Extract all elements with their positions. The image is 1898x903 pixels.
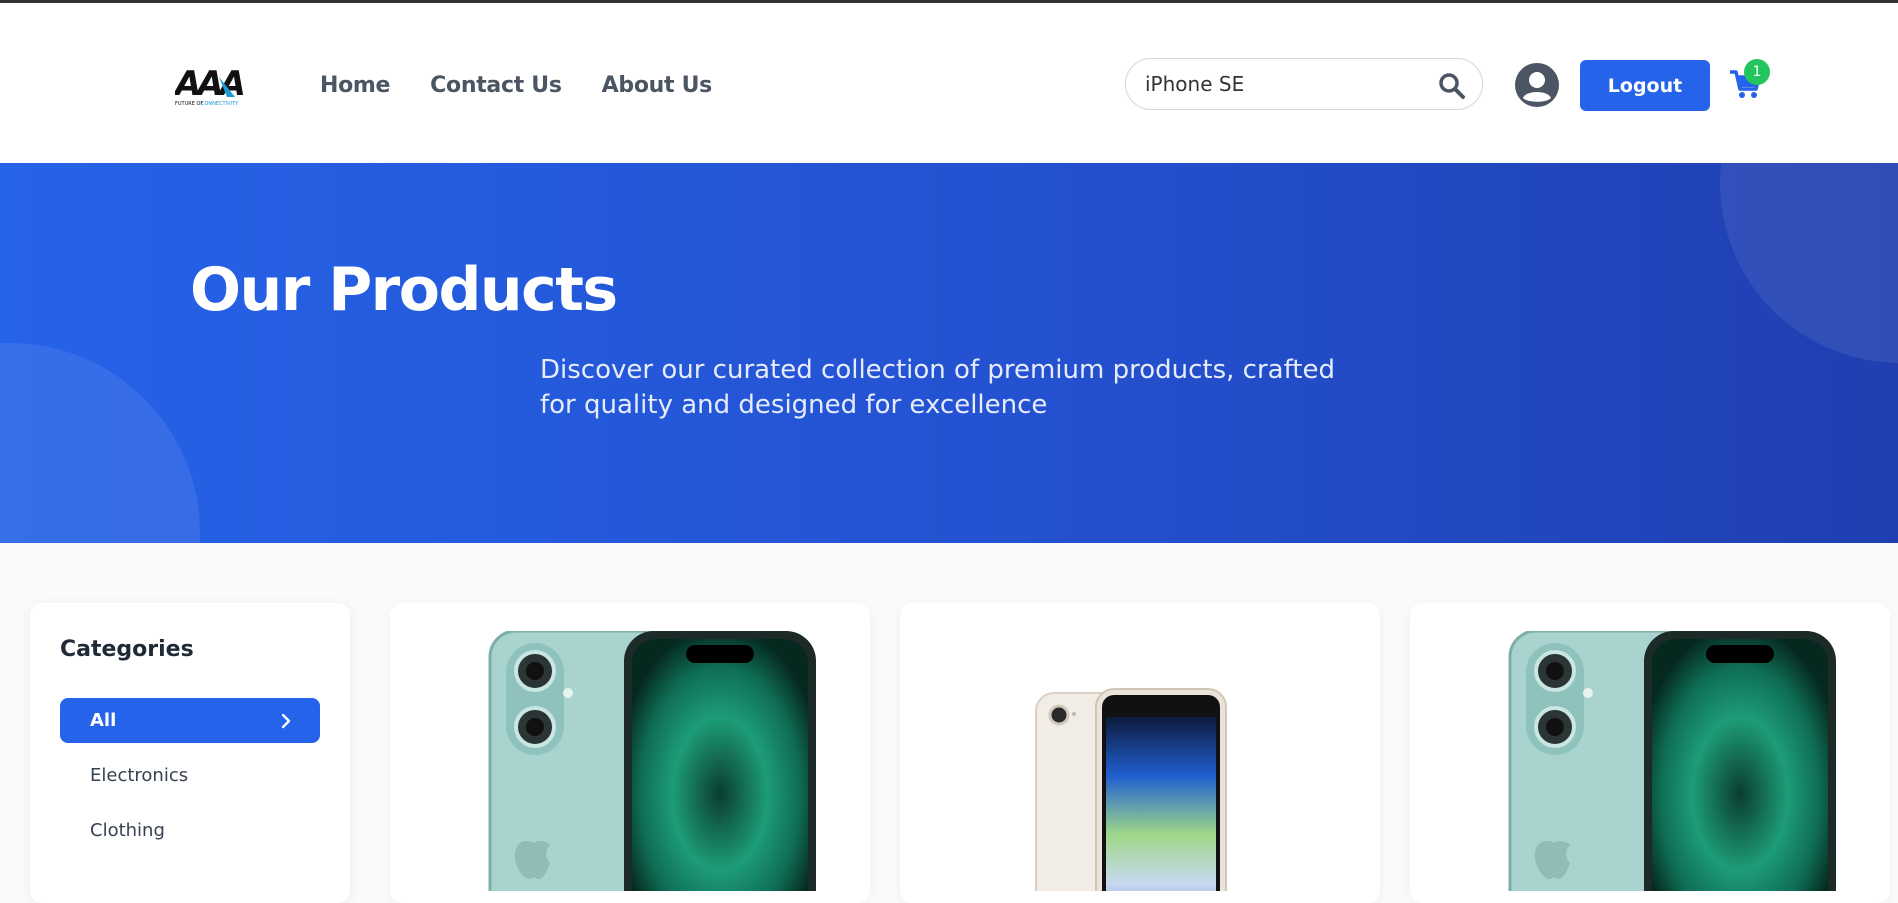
product-card[interactable]	[900, 603, 1380, 903]
product-image[interactable]	[1438, 631, 1862, 891]
product-card[interactable]	[390, 603, 870, 903]
svg-text:FUTURE OF: FUTURE OF	[175, 101, 203, 107]
page-title: Our Products	[190, 255, 618, 325]
main-nav: Home Contact Us About Us	[320, 73, 712, 98]
nav-contact-link[interactable]: Contact Us	[430, 73, 562, 98]
logout-button[interactable]: Logout	[1580, 60, 1710, 111]
page-subtitle: Discover our curated collection of premi…	[540, 355, 1335, 420]
decorative-circle	[0, 343, 200, 543]
category-label: All	[90, 710, 117, 731]
nav-home-link[interactable]: Home	[320, 73, 390, 98]
category-label: Clothing	[90, 820, 165, 841]
search-input[interactable]	[1145, 71, 1435, 97]
decorative-circle	[1720, 163, 1898, 363]
nav-about-link[interactable]: About Us	[602, 73, 713, 98]
svg-text:CONNECTIVITY: CONNECTIVITY	[201, 101, 239, 107]
cart-count-badge: 1	[1744, 59, 1770, 85]
search-bar	[1125, 58, 1483, 110]
site-header: AAA FUTURE OF CONNECTIVITY Home Contact …	[0, 3, 1898, 163]
product-image[interactable]	[928, 631, 1352, 891]
category-item-electronics[interactable]: Electronics	[60, 753, 320, 798]
chevron-right-icon	[280, 713, 292, 734]
categories-heading: Categories	[60, 637, 194, 662]
user-avatar-icon[interactable]	[1514, 62, 1560, 108]
product-card[interactable]	[1410, 603, 1890, 903]
categories-panel: Categories All Electronics Clothing	[30, 603, 350, 903]
category-item-all[interactable]: All	[60, 698, 320, 743]
category-label: Electronics	[90, 765, 189, 786]
svg-text:AAA: AAA	[175, 64, 244, 104]
brand-logo[interactable]: AAA FUTURE OF CONNECTIVITY	[172, 63, 248, 109]
product-image[interactable]	[418, 631, 842, 891]
search-icon[interactable]	[1438, 72, 1466, 104]
category-item-clothing[interactable]: Clothing	[60, 808, 320, 853]
hero-banner: Our Products Discover our curated collec…	[0, 163, 1898, 543]
